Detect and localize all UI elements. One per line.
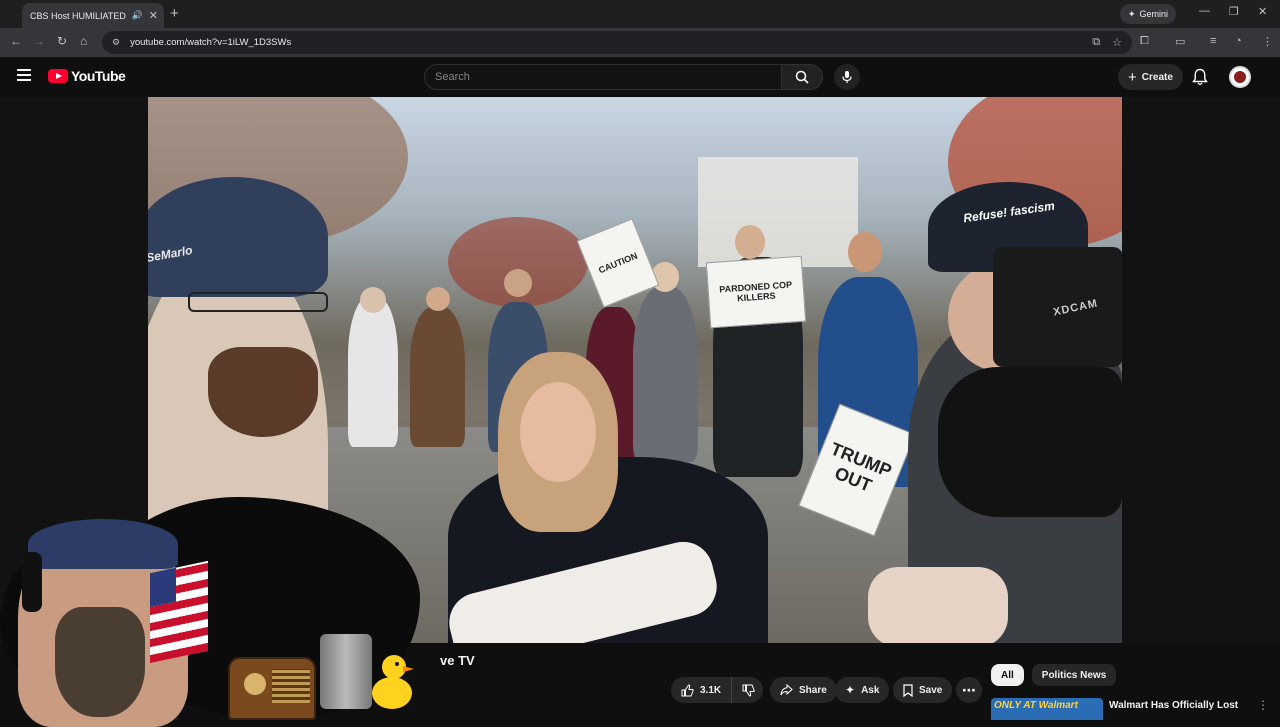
avatar-image (1234, 71, 1246, 83)
protester-head (360, 287, 386, 313)
protester-head (426, 287, 450, 311)
audio-icon[interactable]: 🔊 (132, 10, 143, 21)
home-icon[interactable]: ⌂ (80, 34, 87, 48)
url-text[interactable]: youtube.com/watch?v=1iLW_1D3SWs (130, 37, 1080, 48)
protester-head (504, 269, 532, 297)
microphone-icon (842, 71, 852, 83)
media-controls-icon[interactable]: ≡ (1210, 35, 1216, 47)
notifications-bell-icon[interactable] (1192, 68, 1208, 91)
cast-icon[interactable]: ▭ (1175, 35, 1185, 48)
streamer-webcam-overlay (0, 497, 450, 727)
protester (633, 287, 698, 462)
like-count: 3.1K (700, 684, 722, 696)
youtube-play-icon (48, 69, 68, 83)
search-button[interactable] (781, 64, 823, 90)
youtube-logo[interactable]: YouTube (48, 68, 126, 84)
forward-icon[interactable]: → (33, 34, 45, 48)
reload-icon[interactable]: ↻ (57, 34, 67, 48)
gemini-button[interactable]: ✦ Gemini (1120, 4, 1177, 24)
related-filter-chips: All Politics News (991, 664, 1117, 686)
gemini-label: Gemini (1139, 9, 1169, 19)
address-bar[interactable]: ⚙ youtube.com/watch?v=1iLW_1D3SWs ⧉ ☆ (102, 31, 1132, 54)
close-tab-icon[interactable]: ✕ (149, 9, 158, 22)
recommended-title[interactable]: Walmart Has Officially Lost (1109, 698, 1238, 720)
gemini-icon: ✦ (1128, 8, 1136, 19)
protester (410, 307, 465, 447)
restore-icon[interactable]: ❐ (1229, 5, 1239, 18)
streamer-bandana (28, 519, 178, 569)
dislike-button[interactable] (732, 677, 765, 703)
plus-icon: + (1128, 68, 1137, 86)
recommended-menu-icon[interactable]: ⋮ (1257, 698, 1269, 712)
share-icon (780, 684, 793, 696)
protester (348, 297, 398, 447)
vintage-radio (228, 657, 316, 720)
protest-sign: PARDONED COP KILLERS (705, 255, 807, 329)
protester-head (735, 225, 765, 259)
trash-can (320, 634, 372, 709)
like-dislike-group: 3.1K (671, 677, 763, 703)
search-input[interactable]: Search (424, 64, 782, 90)
install-icon[interactable]: ⧉ (1092, 36, 1100, 49)
beard (208, 347, 318, 437)
share-button[interactable]: Share (770, 677, 837, 703)
save-button[interactable]: Save (893, 677, 953, 703)
browser-tabstrip: CBS Host HUMILIATED Afte 🔊 ✕ + ✦ Gemini … (0, 0, 1280, 28)
voice-search-button[interactable] (834, 64, 860, 90)
bookmark-icon (903, 683, 913, 697)
share-label: Share (799, 684, 827, 696)
thumbs-down-icon (742, 684, 755, 696)
recommended-thumbnail[interactable]: ONLY AT Walmart (991, 698, 1103, 720)
house (698, 157, 858, 267)
create-button[interactable]: + Create (1118, 64, 1183, 90)
baseball-cap (148, 177, 328, 297)
thumbnail-text: ONLY AT Walmart (994, 700, 1078, 711)
hand-foreground (868, 567, 1008, 643)
site-info-icon[interactable]: ⚙ (112, 37, 120, 48)
american-flag (150, 560, 208, 664)
youtube-header: YouTube Search + Create (0, 57, 1280, 97)
ask-label: Ask (861, 684, 880, 696)
search-icon (795, 70, 809, 84)
close-window-icon[interactable]: ✕ (1258, 5, 1267, 18)
headphones-icon (22, 552, 42, 612)
bookmark-star-icon[interactable]: ☆ (1112, 36, 1122, 49)
chip-politics-news[interactable]: Politics News (1031, 664, 1117, 686)
account-avatar[interactable] (1229, 66, 1251, 88)
new-tab-button[interactable]: + (170, 5, 179, 22)
thumbs-up-icon (681, 684, 694, 696)
like-button[interactable]: 3.1K (671, 677, 733, 703)
protester-head (848, 232, 882, 272)
browser-tab[interactable]: CBS Host HUMILIATED Afte 🔊 ✕ (22, 3, 164, 28)
youtube-wordmark: YouTube (71, 68, 126, 84)
woman-face (520, 382, 596, 482)
eyeglasses (188, 292, 328, 312)
sparkle-icon: ✦ (845, 683, 856, 697)
back-icon[interactable]: ← (10, 34, 22, 48)
recommended-video[interactable]: ONLY AT Walmart Walmart Has Officially L… (991, 698, 1271, 720)
chip-all[interactable]: All (991, 664, 1024, 686)
more-actions-icon[interactable]: ⋯ (956, 677, 982, 703)
browser-toolbar: ← → ↻ ⌂ ⚙ youtube.com/watch?v=1iLW_1D3SW… (0, 28, 1280, 57)
camera-lens (938, 367, 1122, 517)
rubber-duck-icon (372, 655, 414, 709)
browser-menu-icon[interactable]: ⋮ (1262, 35, 1273, 48)
create-label: Create (1141, 71, 1173, 83)
profile-icon[interactable]: ◔ (1235, 35, 1242, 47)
channel-name[interactable]: ve TV (440, 653, 475, 668)
streamer-beard (55, 607, 145, 717)
tab-title: CBS Host HUMILIATED Afte (30, 10, 126, 21)
hamburger-menu-icon[interactable] (17, 69, 31, 81)
minimize-icon[interactable]: — (1199, 5, 1210, 17)
save-label: Save (919, 684, 943, 696)
ask-button[interactable]: ✦ Ask (835, 677, 890, 703)
extensions-icon[interactable]: ⧠ (1140, 35, 1149, 48)
